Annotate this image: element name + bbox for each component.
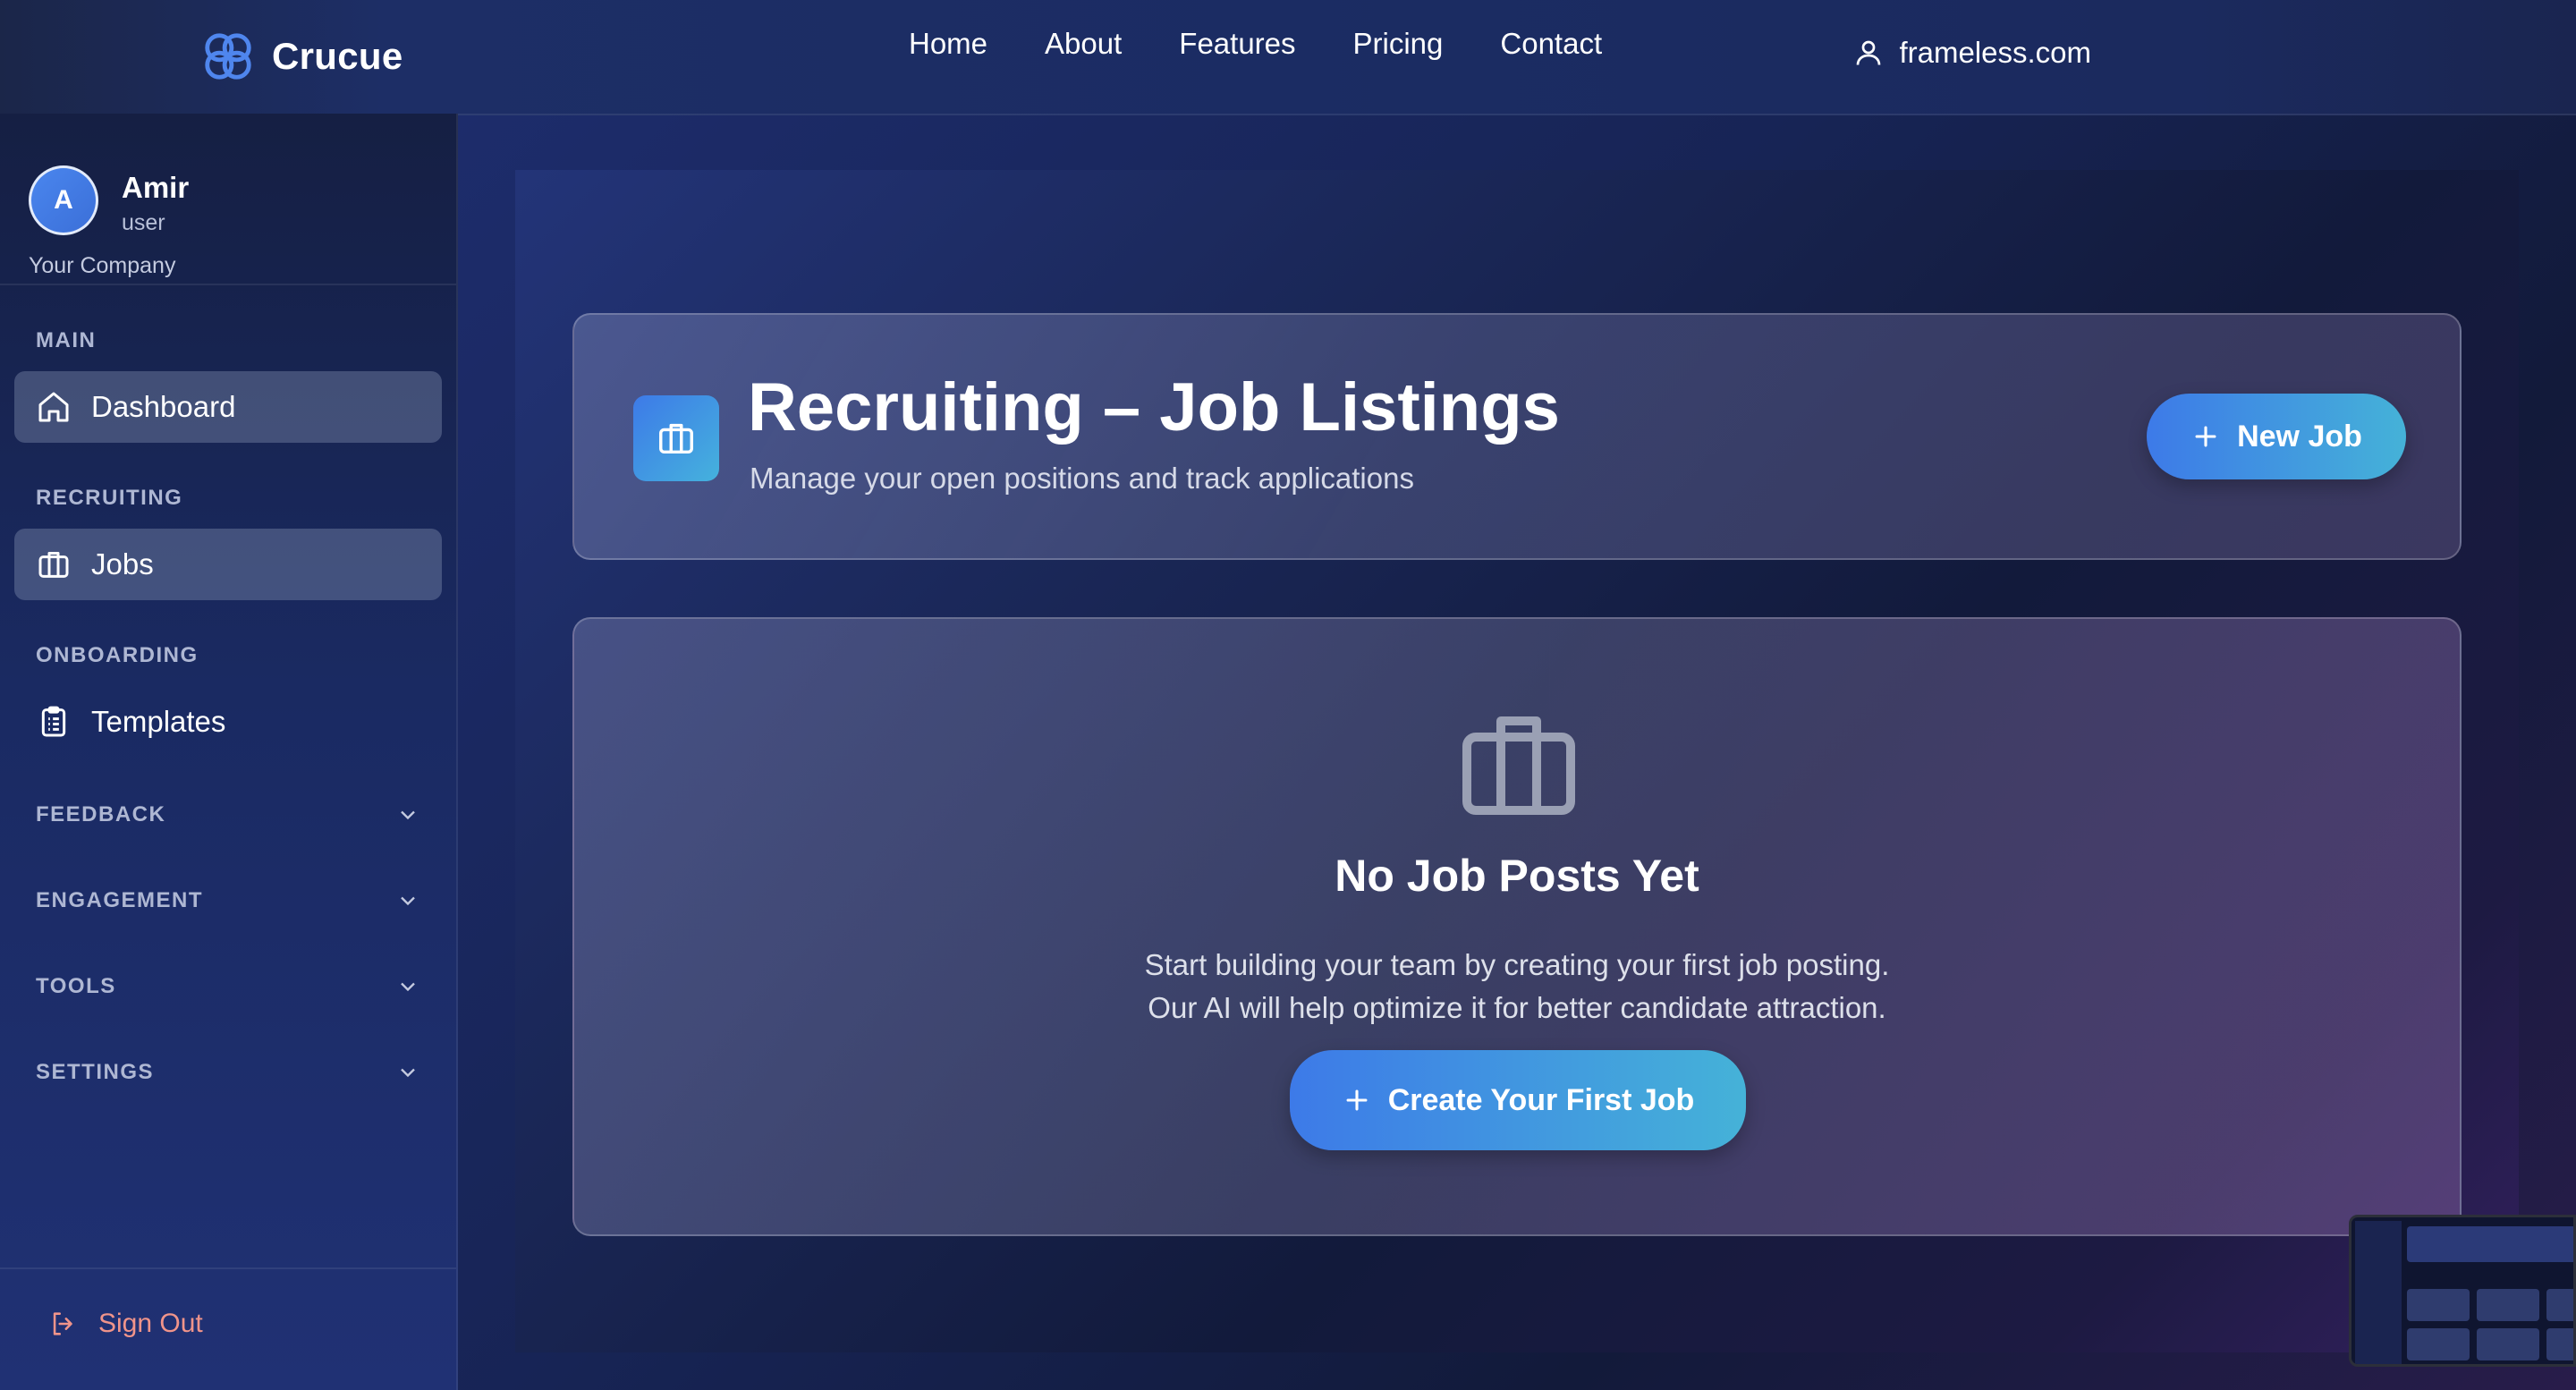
sidebar-item-label: Jobs	[91, 547, 154, 581]
sidebar-section-tools[interactable]: TOOLS	[36, 969, 420, 1004]
sign-out-button[interactable]: Sign Out	[48, 1309, 203, 1339]
chevron-down-icon	[401, 896, 415, 906]
home-icon	[38, 392, 69, 422]
section-label-main: MAIN	[36, 328, 97, 352]
thumbnail-card	[2407, 1328, 2470, 1360]
sidebar-item-templates[interactable]: Templates	[14, 686, 442, 758]
profile-name: Amir	[122, 171, 190, 204]
page-title: Recruiting – Job Listings	[748, 369, 1560, 445]
briefcase-icon	[1462, 716, 1575, 815]
section-label-recruiting: RECRUITING	[36, 486, 183, 510]
thumbnail-card	[2546, 1328, 2573, 1360]
sidebar-item-jobs[interactable]: Jobs	[14, 529, 442, 600]
chevron-down-icon	[401, 1068, 415, 1078]
sidebar-section-settings[interactable]: SETTINGS	[36, 1055, 420, 1090]
nav-link-home[interactable]: Home	[909, 27, 987, 61]
window-preview-thumbnail[interactable]	[2349, 1215, 2576, 1367]
briefcase-icon	[659, 423, 693, 454]
page-header-card: Recruiting – Job Listings Manage your op…	[572, 313, 2462, 560]
new-job-button[interactable]: New Job	[2147, 394, 2406, 479]
brand[interactable]: Crucue	[200, 25, 403, 88]
thumbnail-card	[2477, 1328, 2539, 1360]
nav-link-about[interactable]: About	[1045, 27, 1122, 61]
thumbnail-card	[2477, 1289, 2539, 1321]
plus-icon	[1346, 1089, 1368, 1111]
brand-logo-icon	[205, 33, 251, 80]
sign-out-icon	[53, 1312, 72, 1335]
create-first-job-label: Create Your First Job	[1387, 1082, 1695, 1117]
user-profile: A Amir user Your Company	[29, 140, 440, 284]
clipboard-icon	[41, 706, 66, 737]
account-label: frameless.com	[1899, 36, 2091, 69]
sign-out-label: Sign Out	[98, 1309, 203, 1338]
account-menu[interactable]: frameless.com	[1852, 36, 2091, 70]
briefcase-icon	[38, 552, 69, 578]
nav-links: Home About Features Pricing Contact	[909, 27, 1602, 61]
thumbnail-header	[2407, 1226, 2573, 1262]
sidebar: A Amir user Your Company MAIN Dashboard …	[0, 114, 458, 1390]
plus-icon	[2195, 426, 2216, 447]
header-icon-tile	[633, 395, 719, 481]
new-job-label: New Job	[2237, 419, 2362, 453]
chevron-down-icon	[401, 810, 415, 820]
nav-link-pricing[interactable]: Pricing	[1353, 27, 1444, 61]
sidebar-section-feedback[interactable]: FEEDBACK	[36, 797, 420, 833]
brand-name: Crucue	[272, 35, 403, 77]
empty-state-card: No Job Posts Yet Start building your tea…	[572, 617, 2462, 1236]
section-label-tools: TOOLS	[36, 974, 116, 998]
sidebar-section-engagement[interactable]: ENGAGEMENT	[36, 883, 420, 919]
thumbnail-card	[2546, 1289, 2573, 1321]
empty-state-description: Our AI will help optimize it for better …	[1148, 991, 1886, 1024]
avatar[interactable]: A	[29, 165, 98, 235]
profile-role: user	[122, 210, 165, 235]
sidebar-divider	[0, 284, 456, 285]
section-label-onboarding: ONBOARDING	[36, 643, 199, 667]
top-navbar: Crucue Home About Features Pricing Conta…	[0, 0, 2576, 115]
empty-state-description: Start building your team by creating you…	[1144, 948, 1890, 981]
thumbnail-card	[2407, 1289, 2470, 1321]
thumbnail-sidebar	[2355, 1221, 2402, 1364]
sidebar-item-label: Templates	[91, 705, 226, 738]
profile-company: Your Company	[29, 253, 176, 278]
sidebar-divider	[0, 1267, 456, 1269]
page-subtitle: Manage your open positions and track app…	[750, 462, 1414, 495]
create-first-job-button[interactable]: Create Your First Job	[1290, 1050, 1746, 1150]
nav-link-features[interactable]: Features	[1179, 27, 1295, 61]
user-icon	[1857, 40, 1881, 65]
chevron-down-icon	[401, 982, 415, 992]
section-label-engagement: ENGAGEMENT	[36, 888, 204, 912]
sidebar-item-label: Dashboard	[91, 390, 236, 423]
nav-link-contact[interactable]: Contact	[1500, 27, 1602, 61]
empty-state-title: No Job Posts Yet	[1335, 851, 1699, 901]
section-label-settings: SETTINGS	[36, 1060, 155, 1084]
sidebar-item-dashboard[interactable]: Dashboard	[14, 371, 442, 443]
section-label-feedback: FEEDBACK	[36, 802, 166, 826]
